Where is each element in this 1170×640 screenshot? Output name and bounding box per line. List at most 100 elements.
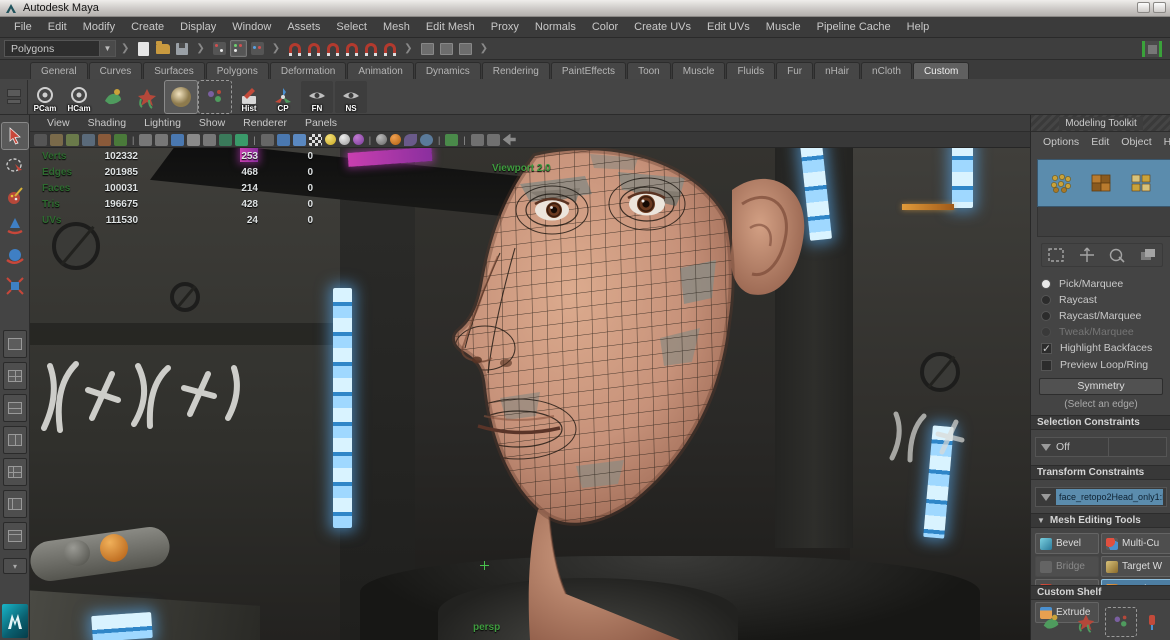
menu-display[interactable]: Display	[172, 21, 224, 33]
transform-constraints-header[interactable]: Transform Constraints	[1031, 465, 1170, 480]
menu-select[interactable]: Select	[328, 21, 375, 33]
selection-constraint-extra-cell[interactable]	[1108, 438, 1166, 456]
vertex-mode-button[interactable]	[1050, 173, 1072, 193]
multi-component-row[interactable]	[1037, 207, 1170, 237]
wireframe-display-icon[interactable]	[261, 134, 274, 146]
image-plane-icon[interactable]	[82, 134, 95, 146]
output-connections-button[interactable]	[438, 40, 455, 57]
menu-pipeline-cache[interactable]: Pipeline Cache	[809, 21, 899, 33]
new-scene-button[interactable]	[135, 40, 152, 57]
section-collapse-arrow[interactable]: ❯	[272, 43, 280, 54]
move-tool-button[interactable]	[2, 213, 28, 239]
select-tool-button[interactable]	[2, 123, 28, 149]
shelf-tab-nhair[interactable]: nHair	[814, 62, 860, 79]
menu-edit-uvs[interactable]: Edit UVs	[699, 21, 758, 33]
layout-four-pane-button[interactable]	[3, 362, 27, 390]
raycast-marquee-option[interactable]: Raycast/Marquee	[1041, 309, 1141, 323]
shelf-tab-custom[interactable]: Custom	[913, 62, 969, 79]
field-chart-icon[interactable]	[203, 134, 216, 146]
highlight-backfaces-option[interactable]: ✓ Highlight Backfaces	[1041, 341, 1152, 355]
modeling-toolkit-tab[interactable]: Modeling Toolkit	[1031, 115, 1170, 132]
camera-select-icon[interactable]	[34, 134, 47, 146]
safe-title-icon[interactable]	[235, 134, 248, 146]
shelf-tab-fur[interactable]: Fur	[776, 62, 813, 79]
xray-icon[interactable]	[404, 134, 417, 146]
shelf-tab-muscle[interactable]: Muscle	[672, 62, 726, 79]
select-object-mask-button[interactable]	[230, 40, 247, 57]
toolkit-menu-object[interactable]: Object	[1115, 136, 1157, 148]
panel-menu-lighting[interactable]: Lighting	[135, 117, 190, 129]
checker-material-icon[interactable]	[309, 134, 322, 146]
hist-shelf-button[interactable]: Hist	[233, 81, 265, 113]
shelf-tab-deformation[interactable]: Deformation	[270, 62, 346, 79]
hand-tool-shelf-button[interactable]	[97, 81, 129, 113]
shelf-tab-toon[interactable]: Toon	[627, 62, 671, 79]
hand-tool-custom-button[interactable]	[1036, 608, 1066, 636]
rotate-tool-button[interactable]	[2, 243, 28, 269]
shelf-tab-curves[interactable]: Curves	[89, 62, 143, 79]
select-component-mask-button[interactable]	[249, 40, 266, 57]
shaded-display-icon[interactable]	[277, 134, 290, 146]
cp-shelf-button[interactable]: CP	[267, 81, 299, 113]
selection-constraints-header[interactable]: Selection Constraints	[1031, 415, 1170, 430]
layout-single-pane-button[interactable]	[3, 330, 27, 358]
menu-create-uvs[interactable]: Create UVs	[626, 21, 699, 33]
toolkit-menu-edit[interactable]: Edit	[1085, 136, 1115, 148]
lasso-select-tool-button[interactable]	[2, 153, 28, 179]
layout-outliner-button[interactable]	[3, 490, 27, 518]
section-collapse-arrow[interactable]: ❯	[480, 43, 488, 54]
flower-tool-custom-button[interactable]	[1071, 608, 1101, 636]
marquee-tool-button[interactable]	[1047, 247, 1065, 263]
shelf-tab-ncloth[interactable]: nCloth	[861, 62, 912, 79]
preview-loop-ring-option[interactable]: Preview Loop/Ring	[1041, 358, 1148, 372]
film-gate-icon[interactable]	[155, 134, 168, 146]
isolate-view-icon[interactable]	[445, 134, 458, 146]
safe-action-icon[interactable]	[219, 134, 232, 146]
two-sided-lighting-icon[interactable]	[98, 134, 111, 146]
layout-two-pane-stacked-button[interactable]	[3, 394, 27, 422]
all-lights-icon[interactable]	[339, 134, 350, 145]
camera-lock-icon[interactable]	[50, 134, 63, 146]
select-hierarchy-mask-button[interactable]	[211, 40, 228, 57]
custom-shelf-header[interactable]: Custom Shelf	[1031, 585, 1170, 600]
shelf-tab-surfaces[interactable]: Surfaces	[143, 62, 204, 79]
menu-assets[interactable]: Assets	[279, 21, 328, 33]
circle-pick-tool-button[interactable]	[1109, 247, 1125, 263]
input-connections-button[interactable]	[419, 40, 436, 57]
edge-mode-button[interactable]	[1090, 173, 1112, 193]
make-live-button[interactable]	[381, 40, 398, 57]
shelf-tab-animation[interactable]: Animation	[347, 62, 413, 79]
menu-edit[interactable]: Edit	[40, 21, 75, 33]
share-view-icon[interactable]	[503, 134, 516, 146]
menu-window[interactable]: Window	[224, 21, 279, 33]
resolution-gate-icon[interactable]	[171, 134, 184, 146]
face-mode-button[interactable]	[1130, 173, 1152, 193]
menu-proxy[interactable]: Proxy	[483, 21, 527, 33]
shelf-tab-fluids[interactable]: Fluids	[726, 62, 775, 79]
isolate-select-icon[interactable]	[420, 134, 433, 146]
snap-to-point-button[interactable]	[324, 40, 341, 57]
menu-create[interactable]: Create	[123, 21, 172, 33]
flower-tool-shelf-button[interactable]	[131, 81, 163, 113]
small-red-tool-custom-button[interactable]	[1141, 608, 1163, 636]
transform-constraint-field[interactable]: face_retopo2Head_only1:M	[1056, 489, 1163, 505]
paint-select-tool-button[interactable]	[2, 183, 28, 209]
menu-mesh[interactable]: Mesh	[375, 21, 418, 33]
shelf-tab-general[interactable]: General	[30, 62, 88, 79]
bevel-button[interactable]: Bevel	[1035, 533, 1099, 554]
snap-to-curve-button[interactable]	[305, 40, 322, 57]
menu-file[interactable]: File	[6, 21, 40, 33]
grid-toggle-icon[interactable]	[139, 134, 152, 146]
depth-peel-icon[interactable]	[487, 134, 500, 146]
section-collapse-arrow[interactable]: ❯	[196, 43, 204, 54]
textured-display-icon[interactable]	[293, 134, 306, 146]
panel-menu-shading[interactable]: Shading	[79, 117, 136, 129]
scale-tool-button[interactable]	[2, 273, 28, 299]
maximize-button[interactable]	[1153, 2, 1166, 13]
construction-history-button[interactable]	[457, 40, 474, 57]
exposure-icon[interactable]	[390, 134, 401, 145]
menu-color[interactable]: Color	[584, 21, 626, 33]
hcam-shelf-button[interactable]: HCam	[63, 81, 95, 113]
pcam-shelf-button[interactable]: PCam	[29, 81, 61, 113]
menu-help[interactable]: Help	[899, 21, 938, 33]
